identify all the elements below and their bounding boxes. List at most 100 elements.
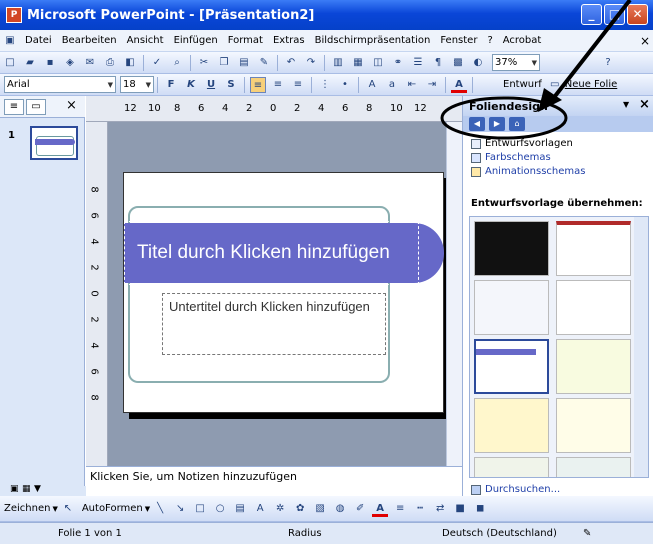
print-icon[interactable]: ⎙ bbox=[102, 55, 118, 71]
close-button[interactable]: ✕ bbox=[627, 4, 648, 25]
task-pane-title[interactable]: Foliendesign bbox=[469, 100, 548, 113]
template-thumbnail[interactable] bbox=[556, 398, 631, 453]
increase-indent-icon[interactable]: ⇥ bbox=[424, 77, 440, 93]
cut-icon[interactable]: ✂ bbox=[196, 55, 212, 71]
home-icon[interactable]: ⌂ bbox=[509, 117, 525, 131]
menu-fenster[interactable]: Fenster bbox=[435, 35, 482, 46]
entwurf-button[interactable]: Entwurf bbox=[500, 79, 545, 90]
title-placeholder[interactable]: Titel durch Klicken hinzufügen bbox=[124, 221, 419, 285]
menu-help[interactable]: ? bbox=[482, 35, 497, 46]
menu-extras[interactable]: Extras bbox=[268, 35, 310, 46]
redo-icon[interactable]: ↷ bbox=[303, 55, 319, 71]
template-thumbnail[interactable] bbox=[474, 221, 549, 276]
line-icon[interactable]: ╲ bbox=[152, 501, 168, 517]
paste-icon[interactable]: ▤ bbox=[236, 55, 252, 71]
maximize-button[interactable]: □ bbox=[604, 4, 625, 25]
slide-canvas[interactable]: Titel durch Klicken hinzufügen Untertite… bbox=[123, 172, 444, 413]
normal-view-icon[interactable]: ▣ bbox=[10, 484, 19, 494]
diagram-icon[interactable]: ✲ bbox=[272, 501, 288, 517]
format-painter-icon[interactable]: ✎ bbox=[256, 55, 272, 71]
zoom-combo[interactable]: 37% ▼ bbox=[492, 54, 540, 71]
bold-button[interactable]: F bbox=[163, 77, 179, 93]
shadow-button[interactable]: S bbox=[223, 77, 239, 93]
farbschemas-link[interactable]: Farbschemas bbox=[471, 152, 551, 163]
clipart-icon[interactable]: ✿ bbox=[292, 501, 308, 517]
template-thumbnail-selected[interactable] bbox=[474, 339, 549, 394]
insert-table-icon[interactable]: ▦ bbox=[350, 55, 366, 71]
grid-icon[interactable]: ▩ bbox=[450, 55, 466, 71]
template-thumbnail[interactable] bbox=[474, 280, 549, 335]
numbering-icon[interactable]: ⋮ bbox=[317, 77, 333, 93]
menu-ansicht[interactable]: Ansicht bbox=[122, 35, 169, 46]
textbox-icon[interactable]: ▤ bbox=[232, 501, 248, 517]
save-icon[interactable]: ▪ bbox=[42, 55, 58, 71]
select-objects-icon[interactable]: ↖ bbox=[60, 501, 76, 517]
shadow-style-icon[interactable]: ■ bbox=[452, 501, 468, 517]
template-thumbnail[interactable] bbox=[556, 280, 631, 335]
durchsuchen-link[interactable]: Durchsuchen... bbox=[471, 484, 560, 495]
animationsschemas-link[interactable]: Animationsschemas bbox=[471, 166, 585, 177]
new-file-icon[interactable]: □ bbox=[2, 55, 18, 71]
underline-button[interactable]: U bbox=[203, 77, 219, 93]
font-color-button[interactable]: A bbox=[451, 77, 467, 93]
forward-icon[interactable]: ▶ bbox=[489, 117, 505, 131]
spellcheck-icon[interactable]: ✓ bbox=[149, 55, 165, 71]
dash-style-icon[interactable]: ┅ bbox=[412, 501, 428, 517]
slide-thumbnail[interactable] bbox=[30, 126, 78, 160]
print-preview-icon[interactable]: ◧ bbox=[122, 55, 138, 71]
slide-sorter-icon[interactable]: ▦ bbox=[22, 484, 31, 494]
increase-font-icon[interactable]: A bbox=[364, 77, 380, 93]
menu-format[interactable]: Format bbox=[223, 35, 268, 46]
autoformen-menu[interactable]: AutoFormen bbox=[82, 503, 143, 514]
menu-einfuegen[interactable]: Einfügen bbox=[169, 35, 223, 46]
copy-icon[interactable]: ❐ bbox=[216, 55, 232, 71]
show-formatting-icon[interactable]: ¶ bbox=[430, 55, 446, 71]
font-color-draw-icon[interactable]: A bbox=[372, 501, 389, 517]
minimize-button[interactable]: _ bbox=[581, 4, 602, 25]
help-icon[interactable]: ? bbox=[600, 55, 616, 71]
picture-icon[interactable]: ▧ bbox=[312, 501, 328, 517]
menu-acrobat[interactable]: Acrobat bbox=[498, 35, 547, 46]
neue-folie-button[interactable]: Neue Folie bbox=[565, 79, 618, 90]
notes-pane[interactable]: Klicken Sie, um Notizen hinzuzufügen bbox=[86, 466, 462, 486]
menu-bildschirmpraesentation[interactable]: Bildschirmpräsentation bbox=[310, 35, 436, 46]
zeichnen-menu[interactable]: Zeichnen bbox=[4, 503, 50, 514]
vertical-scrollbar[interactable] bbox=[446, 122, 462, 466]
template-thumbnail[interactable] bbox=[556, 457, 631, 477]
gallery-scrollbar[interactable] bbox=[634, 217, 648, 477]
subtitle-placeholder[interactable]: Untertitel durch Klicken hinzufügen bbox=[162, 293, 386, 355]
tab-outline[interactable]: ≡ bbox=[4, 99, 24, 115]
italic-button[interactable]: K bbox=[183, 77, 199, 93]
expand-all-icon[interactable]: ☰ bbox=[410, 55, 426, 71]
template-thumbnail[interactable] bbox=[556, 339, 631, 394]
template-thumbnail[interactable] bbox=[474, 457, 549, 477]
undo-icon[interactable]: ↶ bbox=[283, 55, 299, 71]
decrease-font-icon[interactable]: a bbox=[384, 77, 400, 93]
tab-slides[interactable]: ▭ bbox=[26, 99, 46, 115]
wordart-icon[interactable]: A bbox=[252, 501, 268, 517]
bullets-icon[interactable]: • bbox=[337, 77, 353, 93]
arrow-icon[interactable]: ↘ bbox=[172, 501, 188, 517]
oval-icon[interactable]: ○ bbox=[212, 501, 228, 517]
font-size-combo[interactable]: 18 ▼ bbox=[120, 76, 154, 93]
align-center-icon[interactable]: ≡ bbox=[270, 77, 286, 93]
align-right-icon[interactable]: ≡ bbox=[290, 77, 306, 93]
fill-color-icon[interactable]: ◍ bbox=[332, 501, 348, 517]
document-close-button[interactable]: × bbox=[640, 34, 650, 48]
research-icon[interactable]: ⌕ bbox=[169, 55, 185, 71]
template-thumbnail[interactable] bbox=[556, 221, 631, 276]
task-pane-close-button[interactable]: × bbox=[639, 97, 650, 112]
insert-chart-icon[interactable]: ▥ bbox=[330, 55, 346, 71]
entwurfsvorlagen-link[interactable]: Entwurfsvorlagen bbox=[471, 138, 573, 149]
open-folder-icon[interactable]: ▰ bbox=[22, 55, 38, 71]
menu-bearbeiten[interactable]: Bearbeiten bbox=[57, 35, 122, 46]
decrease-indent-icon[interactable]: ⇤ bbox=[404, 77, 420, 93]
color-grayscale-icon[interactable]: ◐ bbox=[470, 55, 486, 71]
align-left-icon[interactable]: ≡ bbox=[250, 76, 266, 93]
spelling-status-icon[interactable]: ✎ bbox=[583, 528, 591, 539]
3d-style-icon[interactable]: ◼ bbox=[472, 501, 488, 517]
slides-panel-close-button[interactable]: × bbox=[66, 98, 77, 113]
template-thumbnail[interactable] bbox=[474, 398, 549, 453]
document-icon[interactable]: ▣ bbox=[2, 33, 18, 49]
task-pane-dropdown-icon[interactable]: ▼ bbox=[623, 100, 629, 109]
